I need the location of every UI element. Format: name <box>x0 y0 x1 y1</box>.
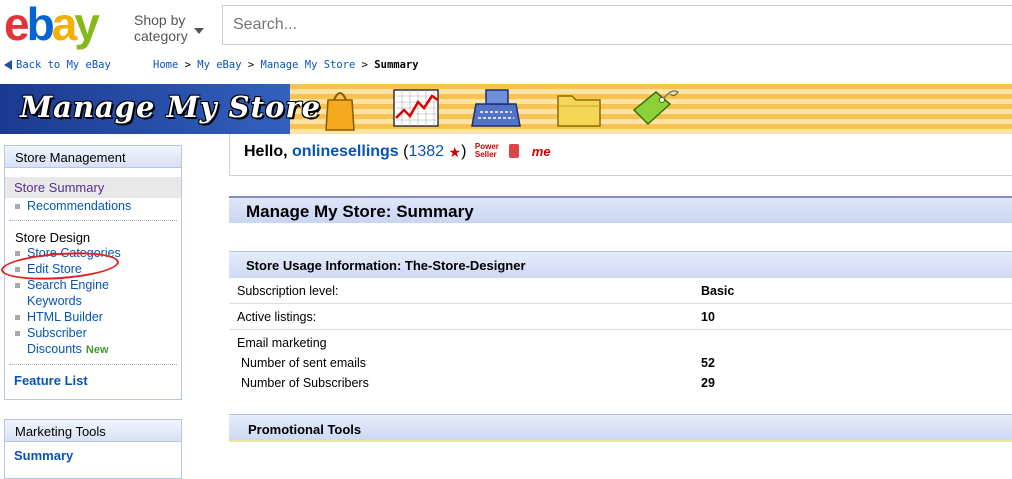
cash-register-icon <box>471 89 521 127</box>
breadcrumb-my-ebay[interactable]: My eBay <box>197 59 241 71</box>
breadcrumb-manage-my-store[interactable]: Manage My Store <box>261 59 356 71</box>
bullet-icon <box>15 204 20 210</box>
row-label: Subscription level: <box>237 284 339 298</box>
breadcrumb: Home > My eBay > Manage My Store > Summa… <box>153 59 419 71</box>
divider <box>9 220 177 221</box>
hello-prefix: Hello, <box>244 143 288 160</box>
back-arrow-icon <box>4 60 12 70</box>
breadcrumb-home[interactable]: Home <box>153 59 178 71</box>
sent-emails-label: Number of sent emails <box>241 356 367 370</box>
username-link[interactable]: onlinesellings <box>292 143 399 160</box>
row-label: Active listings: <box>237 310 317 324</box>
marketing-tools-header: Marketing Tools <box>5 420 181 442</box>
shop-by-label: Shop by <box>134 12 186 28</box>
row-value: 10 <box>701 310 715 324</box>
subscribers-value: 29 <box>701 376 715 390</box>
subscribers-label: Number of Subscribers <box>241 376 369 390</box>
me-badge[interactable]: me <box>532 144 551 159</box>
new-badge: New <box>85 344 109 356</box>
store-management-header: Store Management <box>5 146 181 168</box>
sidebar-item-store-summary[interactable]: Store Summary <box>5 177 181 198</box>
banner-title: Manage My Store <box>20 90 322 124</box>
feedback-close: ) <box>461 143 467 160</box>
breadcrumb-current: Summary <box>374 59 419 71</box>
bullet-icon <box>15 315 20 321</box>
sent-emails-value: 52 <box>701 356 715 370</box>
sidebar-item-html-builder[interactable]: HTML Builder <box>5 309 181 325</box>
star-icon: ★ <box>448 144 462 160</box>
folder-icon <box>557 95 601 127</box>
marketing-summary-link[interactable]: Summary <box>14 448 73 463</box>
shop-by-category-button[interactable]: Shop by category <box>134 12 188 44</box>
store-design-label: Store Design <box>15 230 91 245</box>
store-usage-header: Store Usage Information: The-Store-Desig… <box>229 251 1012 278</box>
feature-list-link[interactable]: Feature List <box>14 373 88 388</box>
ebay-logo[interactable]: ebay <box>4 1 100 47</box>
table-row: Active listings: 10 <box>229 304 1012 330</box>
sidebar-item-subscriber-discounts[interactable]: Subscriber Discounts New <box>5 325 181 358</box>
page-title: Manage My Store: Summary <box>229 196 1012 224</box>
back-to-my-ebay-link[interactable]: Back to My eBay <box>4 59 111 71</box>
store-icon[interactable] <box>509 144 520 158</box>
bullet-icon <box>15 251 20 257</box>
power-seller-icon[interactable]: Power Seller <box>475 143 499 159</box>
price-tag-icon <box>632 90 679 126</box>
feedback-score-link[interactable]: 1382 <box>408 143 444 160</box>
bullet-icon <box>15 283 20 289</box>
category-label: category <box>134 28 188 44</box>
shopping-bag-icon <box>325 92 355 131</box>
promotional-tools-header: Promotional Tools <box>229 414 1012 442</box>
chevron-down-icon[interactable] <box>194 28 204 34</box>
bullet-icon <box>15 331 20 337</box>
row-value: Basic <box>701 284 735 298</box>
greeting-bar: Hello, onlinesellings (1382 ★) Power Sell… <box>229 134 1012 176</box>
search-input[interactable] <box>222 5 1012 45</box>
email-marketing-label: Email marketing <box>237 336 327 350</box>
email-marketing-row: Email marketing Number of sent emails 52… <box>229 330 1012 392</box>
store-usage-table: Subscription level: Basic Active listing… <box>229 278 1012 392</box>
table-row: Subscription level: Basic <box>229 278 1012 304</box>
sidebar-item-search-engine-keywords[interactable]: Search Engine Keywords <box>5 277 181 309</box>
chart-icon <box>393 89 439 127</box>
sidebar-item-recommendations[interactable]: Recommendations <box>5 198 181 214</box>
marketing-tools-panel: Marketing Tools Summary <box>4 419 182 479</box>
store-banner: Manage My Store <box>0 84 1012 134</box>
divider <box>9 364 177 365</box>
